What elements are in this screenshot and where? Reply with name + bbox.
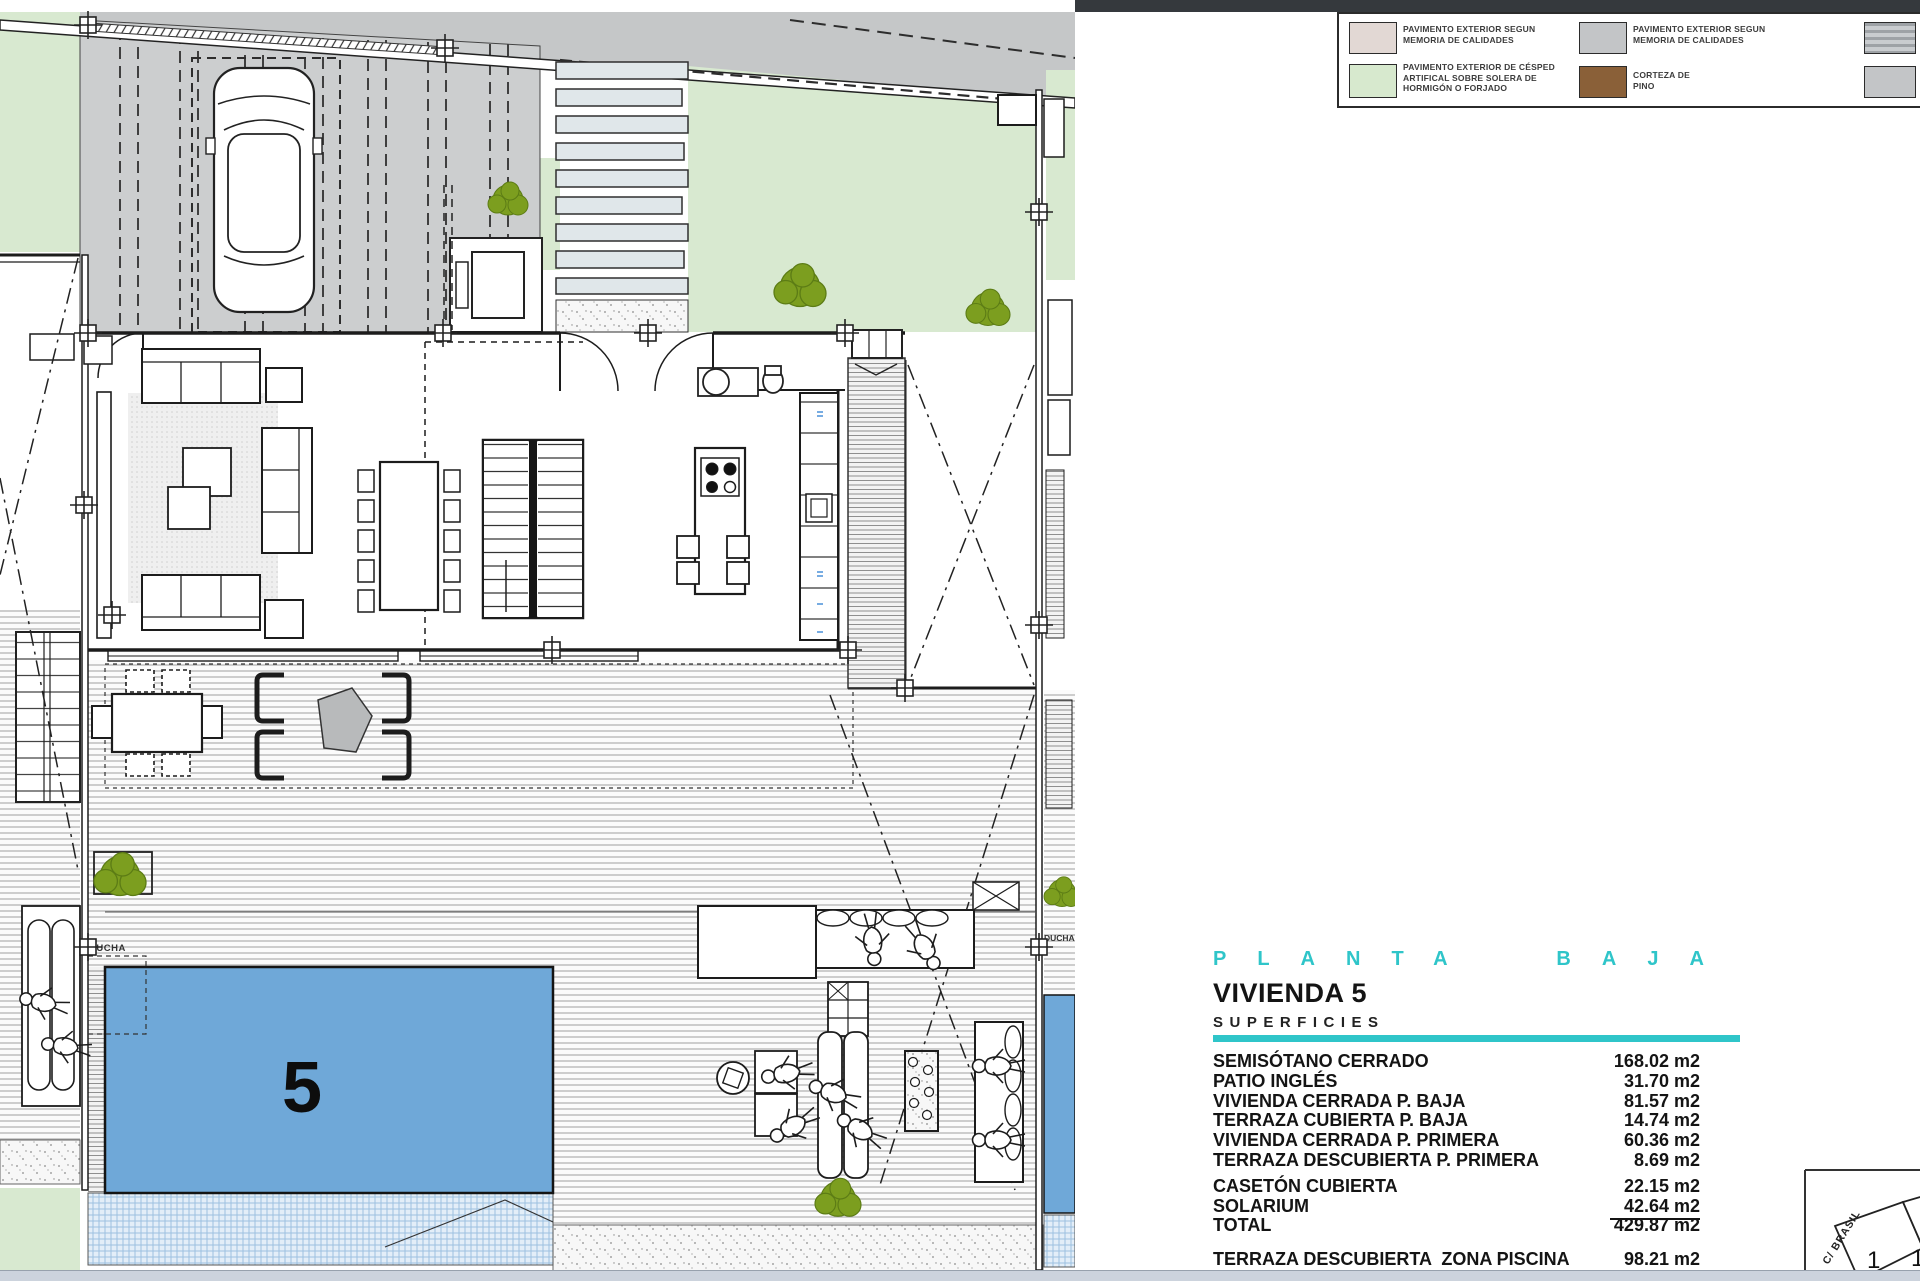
teal-divider-bar [1213, 1035, 1740, 1042]
site-key-plan: C/ BRASIL 1 1 [1775, 1162, 1920, 1280]
row-label: VIVIENDA CERRADA P. PRIMERA [1213, 1130, 1499, 1151]
window-bottom-strip [0, 1270, 1920, 1281]
row-value: 14.74 m2 [1624, 1110, 1700, 1131]
surface-table: SEMISÓTANO CERRADO 168.02 m2 PATIO INGLÉ… [1213, 1051, 1744, 1269]
row-label: CASETÓN CUBIERTA [1213, 1176, 1398, 1197]
row-value: 168.02 m2 [1614, 1051, 1700, 1072]
dining-set [358, 462, 460, 612]
legend-swatch-cesped [1349, 64, 1397, 98]
title-block: PLANTA BAJA VIVIENDA 5 SUPERFICIES SEMIS… [1213, 948, 1744, 1269]
row-value: 429.87 m2 [1614, 1215, 1700, 1236]
neighbor-shower-label: DUCHA [1044, 933, 1075, 943]
legend-label: PAVIMENTO EXTERIOR SEGUN MEMORIA DE CALI… [1633, 24, 1805, 45]
table-row: VIVIENDA CERRADA P. BAJA 81.57 m2 [1213, 1091, 1700, 1111]
table-row: SEMISÓTANO CERRADO 168.02 m2 [1213, 1051, 1700, 1071]
row-label: TERRAZA DESCUBIERTA ZONA PISCINA [1213, 1249, 1570, 1270]
table-row-total: TOTAL 429.87 m2 [1213, 1215, 1700, 1235]
row-label: PATIO INGLÉS [1213, 1071, 1337, 1092]
pool-unit-number: 5 [282, 1048, 322, 1128]
floor-plan-drawing: 5 DUCHA [0, 0, 1075, 1280]
table-row: TERRAZA CUBIERTA P. BAJA 14.74 m2 [1213, 1110, 1700, 1130]
table-row: TERRAZA DESCUBIERTA P. PRIMERA 8.69 m2 [1213, 1150, 1700, 1170]
section-title: SUPERFICIES [1213, 1014, 1744, 1031]
legend-swatch-corteza [1579, 66, 1627, 98]
table-row-pool-terrace: TERRAZA DESCUBIERTA ZONA PISCINA 98.21 m… [1213, 1249, 1700, 1269]
table-row: PATIO INGLÉS 31.70 m2 [1213, 1071, 1700, 1091]
table-row: SOLARIUM 42.64 m2 [1213, 1196, 1700, 1216]
parked-car [206, 68, 322, 312]
legend-swatch-cutoff-1 [1864, 22, 1916, 54]
legend-label: PAVIMENTO EXTERIOR SEGUN MEMORIA DE CALI… [1403, 24, 1575, 45]
swimming-pool: 5 [88, 967, 553, 1265]
materials-legend: PAVIMENTO EXTERIOR SEGUN MEMORIA DE CALI… [1337, 12, 1920, 108]
row-label: TOTAL [1213, 1215, 1271, 1236]
row-value: 81.57 m2 [1624, 1091, 1700, 1112]
table-row: VIVIENDA CERRADA P. PRIMERA 60.36 m2 [1213, 1130, 1700, 1150]
louver-pergola [556, 62, 688, 332]
legend-label: CORTEZA DE PINO [1633, 70, 1713, 91]
row-label: SOLARIUM [1213, 1196, 1309, 1217]
wc-fixtures [698, 366, 783, 396]
row-label: TERRAZA DESCUBIERTA P. PRIMERA [1213, 1150, 1539, 1171]
floor-title: PLANTA BAJA [1213, 948, 1744, 971]
legend-swatch-pavimento-1 [1349, 22, 1397, 54]
legend-label: PAVIMENTO EXTERIOR DE CÉSPED ARTIFICAL S… [1403, 62, 1579, 94]
row-value: 98.21 m2 [1624, 1249, 1700, 1270]
row-label: SEMISÓTANO CERRADO [1213, 1051, 1429, 1072]
row-value: 60.36 m2 [1624, 1130, 1700, 1151]
row-value: 31.70 m2 [1624, 1071, 1700, 1092]
row-value: 8.69 m2 [1634, 1150, 1700, 1171]
legend-swatch-pavimento-2 [1579, 22, 1627, 54]
row-value: 22.15 m2 [1624, 1176, 1700, 1197]
patio-ingles [848, 330, 905, 688]
row-label: TERRAZA CUBIERTA P. BAJA [1213, 1110, 1468, 1131]
plot-number: 1 [1911, 1245, 1920, 1272]
row-label: VIVIENDA CERRADA P. BAJA [1213, 1091, 1465, 1112]
unit-title: VIVIENDA 5 [1213, 978, 1744, 1009]
table-row: CASETÓN CUBIERTA 22.15 m2 [1213, 1176, 1700, 1196]
main-staircase [483, 440, 583, 618]
legend-swatch-cutoff-2 [1864, 66, 1916, 98]
